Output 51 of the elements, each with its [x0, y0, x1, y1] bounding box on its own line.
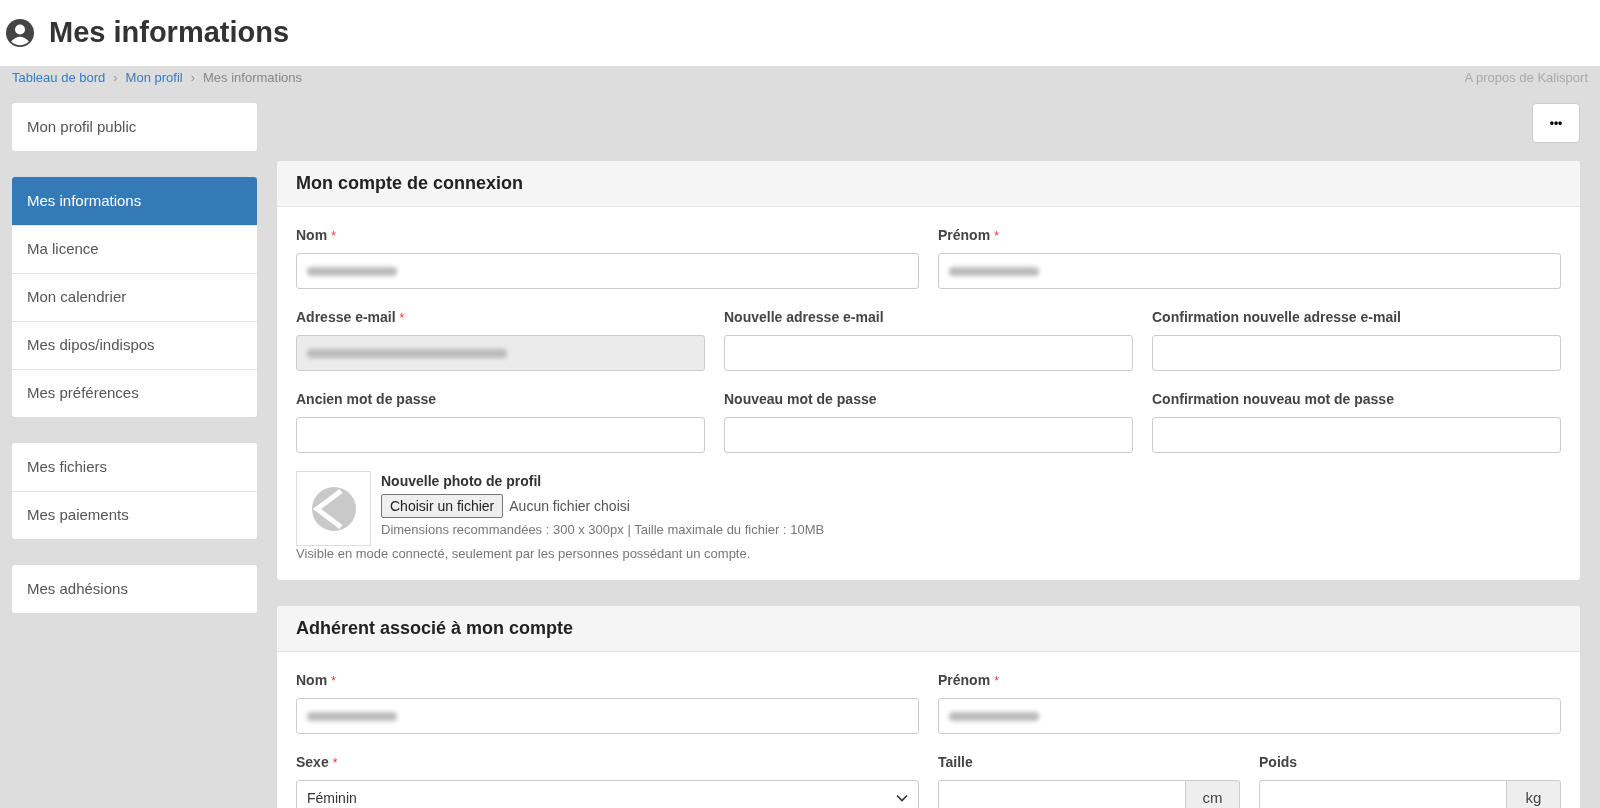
field-label: Ancien mot de passe	[296, 389, 437, 409]
unit-addon: cm	[1186, 780, 1240, 808]
input-field[interactable]	[938, 698, 1561, 734]
file-status: Aucun fichier choisi	[509, 496, 630, 516]
card-title: Mon compte de connexion	[277, 161, 1580, 207]
input-field[interactable]	[1259, 780, 1507, 808]
input-field[interactable]	[1152, 335, 1561, 371]
input-field[interactable]	[296, 417, 705, 453]
sidebar-item[interactable]: Mes adhésions	[12, 565, 257, 613]
field-label: Poids	[1259, 752, 1298, 772]
breadcrumb-separator: ›	[190, 69, 195, 88]
logo-icon	[310, 485, 357, 532]
input-field[interactable]	[296, 698, 919, 734]
sidebar-item[interactable]: Mes dipos/indispos	[12, 321, 257, 369]
field-label: Taille	[938, 752, 973, 772]
field-label: Nouvelle adresse e-mail	[724, 307, 884, 327]
field-label: Nom *	[296, 670, 336, 690]
unit-addon: kg	[1507, 780, 1561, 808]
sidebar-item[interactable]: Mes fichiers	[12, 443, 257, 491]
input-field[interactable]	[938, 780, 1186, 808]
card-title: Adhérent associé à mon compte	[277, 606, 1580, 652]
sidebar-item[interactable]: Ma licence	[12, 225, 257, 273]
field-label: Nouveau mot de passe	[724, 389, 877, 409]
file-hint: Dimensions recommandées : 300 x 300px | Taille maximale du fichier : 10MB	[381, 522, 825, 538]
field-label: Adresse e-mail *	[296, 307, 405, 327]
input-field[interactable]	[724, 417, 1133, 453]
sidebar-item[interactable]: Mes informations	[12, 177, 257, 225]
field-label: Sexe *	[296, 752, 338, 772]
input-field[interactable]	[724, 335, 1133, 371]
sidebar-item[interactable]: Mes préférences	[12, 369, 257, 417]
field-label: Confirmation nouveau mot de passe	[1152, 389, 1394, 409]
field-label: Nouvelle photo de profil	[381, 472, 543, 491]
chevron-down-icon	[896, 794, 908, 802]
field-label: Nom *	[296, 225, 336, 245]
input-field[interactable]	[1152, 417, 1561, 453]
user-circle-icon	[5, 18, 35, 48]
breadcrumb-text: Mes informations	[203, 69, 302, 88]
field-label: Confirmation nouvelle adresse e-mail	[1152, 307, 1401, 327]
visibility-note: Visible en mode connecté, seulement par les personnes possédant un compte.	[296, 546, 751, 562]
choose-file-button[interactable]: Choisir un fichier	[381, 494, 504, 518]
breadcrumb-separator: ›	[113, 69, 118, 88]
field-label: Prénom *	[938, 225, 999, 245]
sidebar-item[interactable]: Mes paiements	[12, 491, 257, 539]
sidebar-item[interactable]: Mon calendrier	[12, 273, 257, 321]
more-button[interactable]: •••	[1532, 103, 1580, 143]
input-field[interactable]	[296, 253, 919, 289]
input-field[interactable]	[938, 253, 1561, 289]
field-label: Prénom *	[938, 670, 999, 690]
page-title: Mes informations	[49, 15, 290, 51]
select-field[interactable]: Féminin	[296, 780, 919, 808]
sidebar-item[interactable]: Mon profil public	[12, 103, 257, 151]
